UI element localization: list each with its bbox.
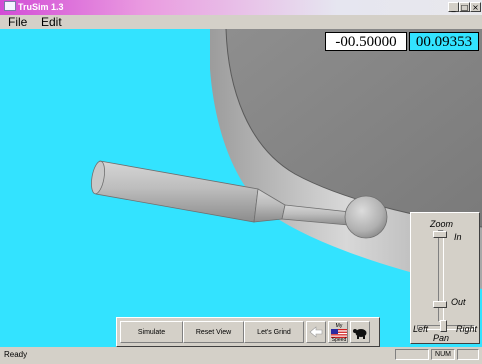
zoom-in-label: In — [454, 232, 462, 242]
reset-view-button[interactable]: Reset View — [183, 321, 244, 343]
menu-file[interactable]: File — [8, 15, 27, 29]
back-button[interactable] — [306, 321, 326, 343]
turtle-icon — [353, 329, 367, 339]
simulate-button[interactable]: Simulate — [120, 321, 183, 343]
maximize-button[interactable]: □ — [459, 2, 470, 12]
zoom-slider-thumb-lower[interactable] — [433, 301, 447, 308]
menu-bar: File Edit — [0, 15, 482, 29]
zoom-slider-thumb[interactable] — [433, 231, 447, 238]
pan-label: Pan — [433, 333, 450, 343]
zoom-pan-panel: Zoom In Out Left Right Pan — [410, 212, 480, 344]
zoom-label: Zoom — [430, 219, 454, 229]
app-icon — [4, 1, 16, 11]
lets-grind-button[interactable]: Let's Grind — [244, 321, 304, 343]
turtle-button[interactable] — [350, 321, 370, 343]
back-arrow-icon — [309, 326, 323, 338]
control-toolbar: Simulate Reset View Let's Grind My Speed — [116, 317, 380, 347]
window-title: TruSim 1.3 — [4, 1, 64, 14]
status-bar: Ready NUM — [0, 347, 482, 364]
num-lock-indicator: NUM — [431, 349, 455, 360]
pan-right-label: Right — [456, 324, 478, 334]
status-text: Ready — [4, 350, 28, 359]
status-panel-1 — [395, 349, 429, 360]
status-panel-3 — [457, 349, 479, 360]
pan-slider-thumb[interactable] — [440, 320, 447, 332]
speed-bottom-label: Speed — [331, 337, 347, 343]
minimize-button[interactable]: _ — [448, 2, 459, 12]
position-readout: -00.50000 — [325, 32, 407, 51]
menu-edit[interactable]: Edit — [41, 15, 62, 29]
pan-left-label: Left — [413, 324, 429, 334]
close-button[interactable]: × — [470, 2, 481, 12]
zoom-slider-track[interactable] — [438, 230, 444, 322]
my-speed-button[interactable]: My Speed — [328, 321, 348, 343]
zoom-out-label: Out — [451, 297, 466, 307]
value-readout: 00.09353 — [409, 32, 479, 51]
window-title-text: TruSim 1.3 — [18, 2, 64, 12]
title-bar: TruSim 1.3 _ □ × — [0, 0, 482, 15]
